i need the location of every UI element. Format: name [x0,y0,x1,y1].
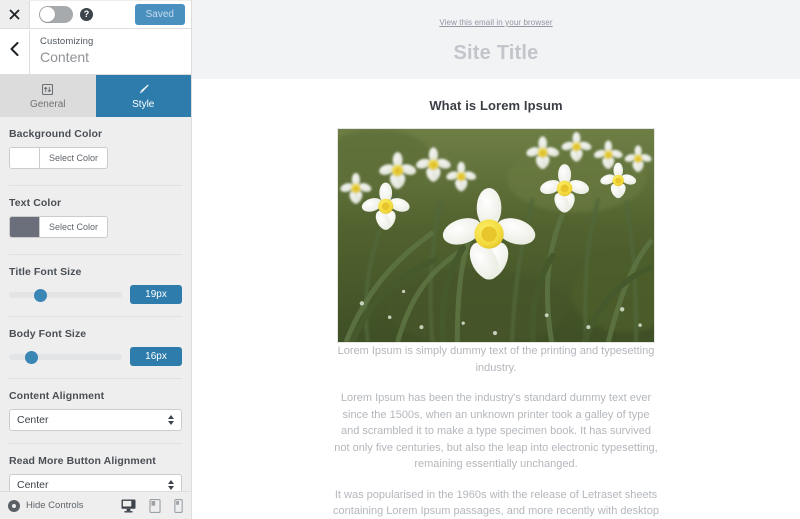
hide-controls-label: Hide Controls [26,500,84,511]
style-controls: Background Color Select Color Text Color… [0,117,191,519]
tab-style[interactable]: Style [95,75,191,117]
email-preview-pane[interactable]: View this email in your browser Site Tit… [192,0,800,519]
customizer-sidebar: ? Saved Customizing Content General Styl… [0,0,192,519]
breadcrumb: Customizing [40,36,94,48]
select-color-label: Select Color [49,222,99,232]
slider-track [9,291,122,298]
panel-header-text: Customizing Content [30,36,94,66]
control-text-color: Text Color Select Color [9,186,182,255]
hide-controls-icon [8,499,20,512]
select-value: Center [17,414,49,426]
sidebar-panel-header: Customizing Content [0,29,191,75]
control-label: Text Color [9,197,62,209]
page-title: Content [40,49,90,66]
background-color-picker[interactable]: Select Color [9,147,109,169]
back-button[interactable] [0,29,30,74]
settings-tabs: General Style [0,75,191,117]
slider-thumb[interactable] [33,288,47,302]
post-paragraph: Lorem Ipsum is simply dummy text of the … [337,345,655,374]
select-value: Center [17,479,49,491]
body-font-size-slider[interactable] [9,349,122,365]
desktop-preview-icon[interactable] [121,498,136,513]
help-icon[interactable]: ? [80,7,93,21]
mobile-preview-icon[interactable] [174,498,183,513]
customizer-app: ? Saved Customizing Content General Styl… [0,0,800,519]
close-customizer-button[interactable] [0,0,30,28]
title-font-size-row: 19px [9,285,182,304]
post-paragraph: It was popularised in the 1960s with the… [333,488,659,518]
tab-general[interactable]: General [0,75,96,117]
control-background-color: Background Color Select Color [9,117,182,186]
body-font-size-value: 16px [130,347,182,366]
slider-thumb[interactable] [24,350,38,364]
post-body: Lorem Ipsum is simply dummy text of the … [333,343,659,519]
site-title: Site Title [453,42,539,64]
device-preview-group [121,498,183,513]
chevron-updown-icon [168,480,174,490]
sidebar-topbar: ? Saved [0,0,191,29]
hide-controls-button[interactable]: Hide Controls [8,499,84,512]
control-label: Title Font Size [9,266,82,278]
view-in-browser-link[interactable]: View this email in your browser [439,18,552,27]
topbar-middle: ? Saved [30,0,191,28]
post-image [337,128,655,343]
sidebar-bottom-bar: Hide Controls [0,491,191,519]
control-label: Background Color [9,128,103,140]
text-color-picker[interactable]: Select Color [9,216,109,238]
post-title: What is Lorem Ipsum [429,98,563,113]
sidebar-scroll-area[interactable]: ? Saved Customizing Content General Styl… [0,0,191,519]
close-icon [9,8,20,20]
control-body-font-size: Body Font Size 16px [9,317,182,379]
control-title-font-size: Title Font Size 19px [9,255,182,317]
toggle-knob [40,6,55,22]
tab-general-label: General [29,98,66,110]
tablet-preview-icon[interactable] [149,498,161,513]
post-paragraph: Lorem Ipsum has been the industry's stan… [334,392,658,470]
title-font-size-slider[interactable] [9,287,122,303]
brush-icon [137,83,150,96]
email-header: View this email in your browser Site Tit… [192,0,800,79]
chevron-left-icon [10,42,19,61]
content-alignment-select[interactable]: Center [9,409,182,431]
save-button[interactable]: Saved [134,3,185,25]
select-color-label: Select Color [49,153,99,163]
control-label: Body Font Size [9,328,87,340]
body-font-size-row: 16px [9,347,182,366]
email-body: What is Lorem Ipsum Lorem Ipsum is simpl… [192,79,800,519]
control-content-alignment: Content Alignment Center [9,379,182,444]
tab-style-label: Style [132,98,155,110]
control-label: Read More Button Alignment [9,455,156,467]
chevron-updown-icon [168,415,174,425]
color-swatch[interactable] [10,148,40,168]
preview-toggle[interactable] [39,5,73,23]
color-swatch[interactable] [10,217,40,237]
control-label: Content Alignment [9,390,105,402]
title-font-size-value: 19px [130,285,182,304]
general-icon [42,83,54,96]
